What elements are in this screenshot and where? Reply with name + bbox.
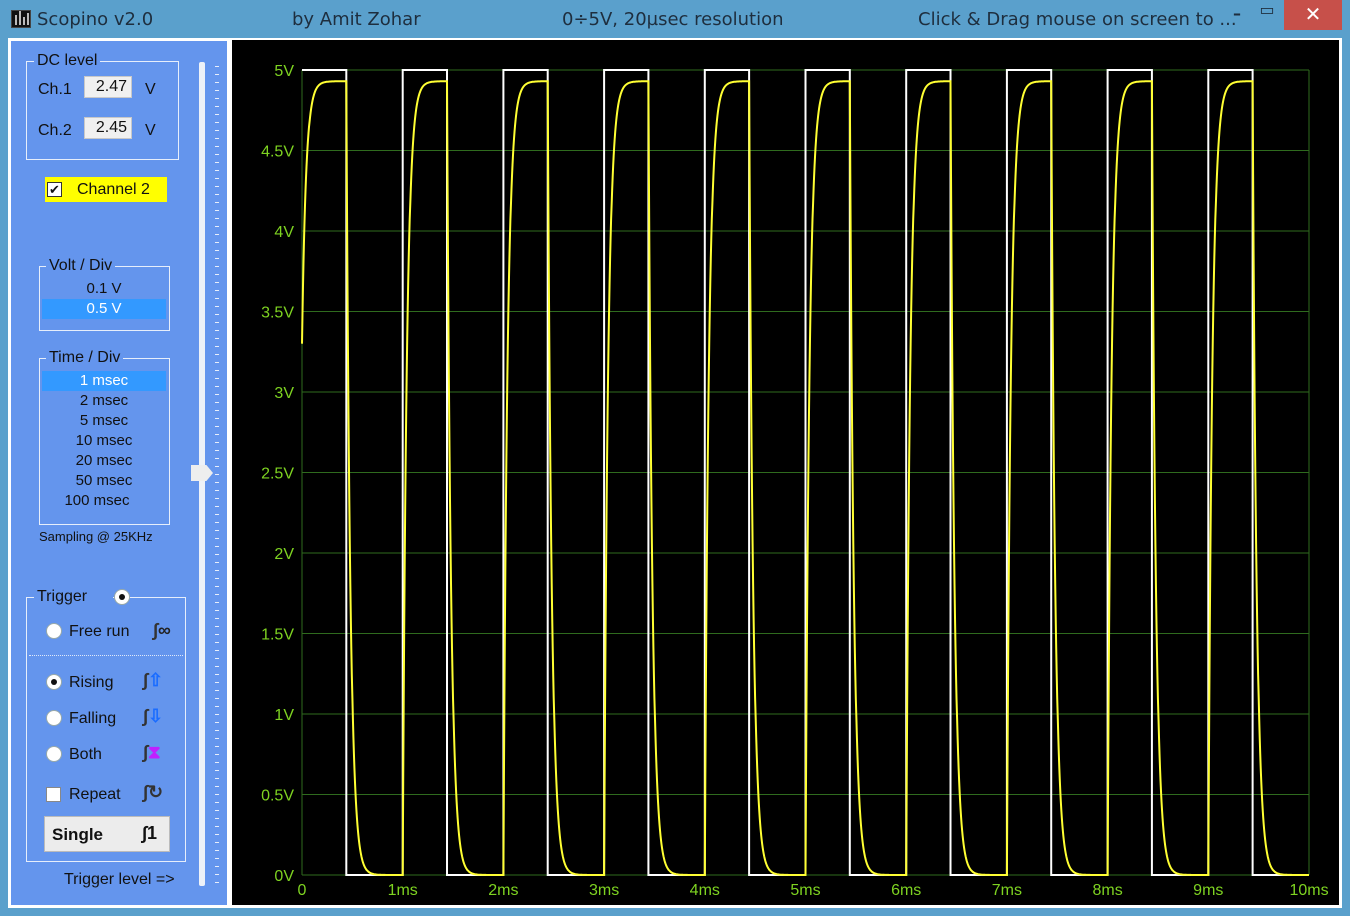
both-arrows-glyph: ⧗ — [147, 742, 161, 762]
close-button[interactable]: ✕ — [1284, 0, 1342, 30]
x-tick-label: 8ms — [1092, 882, 1122, 899]
x-tick-label: 5ms — [790, 882, 820, 899]
time-div-option[interactable]: 2 msec — [42, 391, 166, 411]
volt-div-option[interactable]: 0.1 V — [42, 279, 166, 299]
x-tick-label: 4ms — [690, 882, 720, 899]
both-label: Both — [69, 746, 102, 763]
author-label: by Amit Zohar — [292, 9, 421, 30]
trigger-level-label: Trigger level => — [64, 871, 175, 888]
y-tick-label: 4.5V — [261, 144, 294, 161]
title-bar: Scopino v2.0 by Amit Zohar 0÷5V, 20µsec … — [0, 0, 1350, 38]
falling-label: Falling — [69, 710, 117, 727]
ch2-unit: V — [145, 122, 156, 139]
y-tick-label: 2.5V — [261, 466, 294, 483]
time-div-group: Time / Div 1 msec 2 msec 5 msec 10 msec … — [39, 349, 170, 525]
repeat-glyph: ↻ — [147, 782, 164, 802]
y-tick-label: 1.5V — [261, 627, 294, 644]
y-tick-label: 4V — [274, 224, 294, 241]
repeat-icon: ∫↻ — [143, 782, 164, 802]
down-arrow-glyph: ⇩ — [147, 706, 164, 726]
rising-edge-icon: ∫⇧ — [143, 670, 164, 690]
scope-app-icon — [11, 10, 31, 28]
rising-radio[interactable] — [46, 674, 62, 690]
sampling-rate: Sampling @ 25KHz — [39, 529, 153, 544]
trigger-enable-radio[interactable] — [114, 589, 130, 605]
rising-label: Rising — [69, 674, 114, 691]
time-div-option[interactable]: 50 msec — [42, 471, 166, 491]
y-tick-label: 5V — [274, 63, 294, 80]
y-tick-label: 0.5V — [261, 788, 294, 805]
time-div-option[interactable]: 100 msec — [35, 491, 159, 511]
waveform-plot[interactable]: 0 1ms 2ms 3ms 4ms 5ms 6ms 7ms 8ms 9ms 10ms 0V 0.5V 1V… — [232, 40, 1339, 905]
maximize-button[interactable]: ▭ — [1252, 0, 1282, 26]
both-edges-icon: ∫⧗ — [143, 742, 161, 762]
infinity-glyph: ∞ — [157, 620, 171, 640]
volt-div-group: Volt / Div 0.1 V 0.5 V — [39, 257, 170, 331]
minimize-button[interactable]: – — [1222, 0, 1252, 30]
single-shot-icon: ∫1 — [142, 823, 157, 843]
single-glyph: 1 — [146, 823, 157, 843]
scope-screen[interactable]: 0 1ms 2ms 3ms 4ms 5ms 6ms 7ms 8ms 9ms 10ms 0V 0.5V 1V… — [232, 40, 1339, 905]
x-tick-label: 2ms — [488, 882, 518, 899]
trigger-level-ticks — [215, 66, 219, 886]
trigger-title: Trigger — [34, 588, 114, 606]
x-tick-label: 10ms — [1289, 882, 1328, 899]
x-tick-label: 7ms — [992, 882, 1022, 899]
repeat-checkbox[interactable] — [46, 787, 61, 802]
window-title: Scopino v2.0 — [37, 9, 154, 30]
ch1-unit: V — [145, 81, 156, 98]
ch2-dc-value: 2.45 — [84, 117, 132, 139]
y-tick-label: 3V — [274, 385, 294, 402]
both-radio[interactable] — [46, 746, 62, 762]
y-tick-label: 3.5V — [261, 305, 294, 322]
ch1-dc-value: 2.47 — [84, 76, 132, 98]
time-div-option-selected[interactable]: 1 msec — [42, 371, 166, 391]
time-div-option[interactable]: 5 msec — [42, 411, 166, 431]
x-tick-label: 0 — [298, 882, 307, 899]
time-div-option[interactable]: 20 msec — [42, 451, 166, 471]
range-info: 0÷5V, 20µsec resolution — [562, 9, 784, 30]
volt-div-title: Volt / Div — [46, 257, 116, 275]
up-arrow-glyph: ⇧ — [147, 670, 164, 690]
free-run-icon: ∫∞ — [153, 620, 171, 640]
x-tick-label: 1ms — [388, 882, 418, 899]
time-div-title: Time / Div — [46, 349, 124, 367]
volt-div-option-selected[interactable]: 0.5 V — [42, 299, 166, 319]
falling-radio[interactable] — [46, 710, 62, 726]
single-label: Single — [52, 825, 104, 844]
channel2-label: Channel 2 — [77, 181, 150, 198]
time-div-option[interactable]: 10 msec — [42, 431, 166, 451]
single-button[interactable]: Single ∫1 — [44, 816, 170, 852]
free-run-label: Free run — [69, 623, 130, 640]
y-tick-label: 1V — [274, 707, 294, 724]
ch2-label: Ch.2 — [38, 122, 72, 139]
channel2-checkbox[interactable]: ✔ — [47, 182, 62, 197]
ch1-label: Ch.1 — [38, 81, 72, 98]
trigger-separator — [29, 655, 183, 656]
free-run-radio[interactable] — [46, 623, 62, 639]
hint-text: Click & Drag mouse on screen to ... — [918, 9, 1237, 30]
repeat-label: Repeat — [69, 786, 121, 803]
y-tick-label: 0V — [274, 868, 294, 885]
y-tick-label: 2V — [274, 546, 294, 563]
dc-level-title: DC level — [34, 52, 101, 70]
x-tick-label: 9ms — [1193, 882, 1223, 899]
x-tick-label: 6ms — [891, 882, 921, 899]
falling-edge-icon: ∫⇩ — [143, 706, 164, 726]
x-tick-label: 3ms — [589, 882, 619, 899]
